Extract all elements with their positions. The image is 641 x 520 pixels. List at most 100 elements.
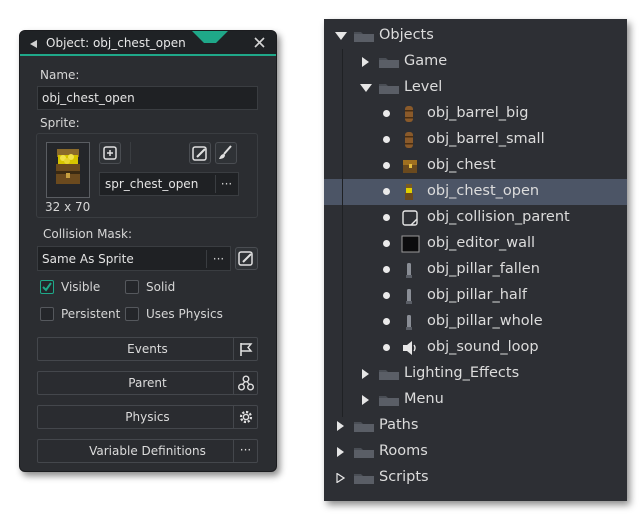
edit-image-icon [238, 251, 253, 266]
tree-row-obj-sound-loop[interactable]: obj_sound_loop [324, 335, 627, 361]
tree-row-obj-pillar-whole[interactable]: obj_pillar_whole [324, 309, 627, 335]
tree-item-label: obj_collision_parent [427, 209, 570, 225]
pillar-icon [401, 286, 417, 306]
tree-row-game[interactable]: Game [324, 49, 627, 75]
expand-arrow-right-icon[interactable] [335, 473, 345, 483]
object-properties-panel: Object: obj_chest_open Name: obj_chest_o… [19, 30, 277, 472]
tree-row-obj-collision-parent[interactable]: obj_collision_parent [324, 205, 627, 231]
solid-checkbox[interactable] [125, 280, 139, 294]
tree-item-label: obj_sound_loop [427, 339, 539, 355]
parent-icon-button[interactable] [233, 372, 257, 394]
new-sprite-button[interactable] [99, 142, 121, 164]
flag-icon [240, 343, 253, 356]
tree-row-paths[interactable]: Paths [324, 413, 627, 439]
events-icon-button[interactable] [233, 338, 257, 360]
folder-icon [353, 446, 375, 459]
tree-row-lighting-effects[interactable]: Lighting_Effects [324, 361, 627, 387]
bullet-icon [383, 110, 390, 117]
expand-arrow-down-icon[interactable] [335, 31, 347, 41]
tree-row-obj-barrel-small[interactable]: obj_barrel_small [324, 127, 627, 153]
edit-mask-button[interactable] [235, 247, 258, 270]
tree-row-objects[interactable]: Objects [324, 23, 627, 49]
solid-label: Solid [146, 280, 176, 294]
tree-row-rooms[interactable]: Rooms [324, 439, 627, 465]
separator [130, 142, 131, 164]
sprite-thumbnail[interactable] [46, 142, 90, 198]
folder-icon [378, 56, 400, 69]
open-chest-icon [401, 182, 417, 202]
name-label: Name: [40, 68, 80, 82]
tree-item-label: Rooms [379, 443, 428, 459]
physics-button[interactable]: Physics [37, 405, 258, 429]
expand-arrow-right-icon[interactable] [335, 421, 345, 431]
bullet-icon [383, 318, 390, 325]
bullet-icon [383, 162, 390, 169]
gear-icon [239, 410, 253, 424]
pillar-icon [401, 260, 417, 280]
bullet-icon [383, 214, 390, 221]
tree-item-label: obj_chest [427, 157, 496, 173]
tree-item-label: obj_pillar_fallen [427, 261, 540, 277]
tree-row-obj-chest[interactable]: obj_chest [324, 153, 627, 179]
close-icon[interactable] [254, 37, 265, 48]
variable-definitions-button[interactable]: Variable Definitions ··· [37, 439, 258, 463]
collapse-icon[interactable] [30, 40, 38, 48]
tree-row-obj-barrel-big[interactable]: obj_barrel_big [324, 101, 627, 127]
dock-tab-icon [192, 31, 228, 45]
bullet-icon [383, 188, 390, 195]
tree-row-obj-pillar-fallen[interactable]: obj_pillar_fallen [324, 257, 627, 283]
visible-checkbox[interactable] [40, 280, 54, 294]
blank-sprite-icon [401, 208, 419, 228]
tree-row-level[interactable]: Level [324, 75, 627, 101]
bullet-icon [383, 136, 390, 143]
expand-arrow-right-icon[interactable] [360, 369, 370, 379]
folder-icon [353, 472, 375, 485]
bullet-icon [383, 344, 390, 351]
paintbrush-icon [219, 145, 232, 159]
expand-arrow-right-icon[interactable] [360, 395, 370, 405]
mask-browse-button[interactable]: ··· [206, 250, 230, 268]
expand-arrow-down-icon[interactable] [360, 83, 372, 93]
tree-item-label: Objects [379, 27, 434, 43]
expand-arrow-right-icon[interactable] [335, 447, 345, 457]
brush-button[interactable] [215, 142, 237, 164]
tree-item-label: Scripts [379, 469, 429, 485]
uses-physics-label: Uses Physics [146, 307, 223, 321]
parent-button-label: Parent [128, 376, 167, 390]
physics-icon-button[interactable] [233, 406, 257, 428]
sprite-section: 32 x 70 spr_chest_open ··· [36, 133, 258, 218]
parent-button[interactable]: Parent [37, 371, 258, 395]
wall-sprite-icon [401, 234, 421, 254]
tree-row-obj-chest-open[interactable]: obj_chest_open [324, 179, 627, 205]
events-button-label: Events [127, 342, 168, 356]
tree-row-scripts[interactable]: Scripts [324, 465, 627, 491]
speaker-icon [401, 338, 419, 358]
collision-mask-label: Collision Mask: [43, 227, 133, 241]
tree-item-label: obj_editor_wall [427, 235, 536, 251]
sprite-size: 32 x 70 [45, 200, 91, 214]
tree-row-obj-editor-wall[interactable]: obj_editor_wall [324, 231, 627, 257]
name-input[interactable]: obj_chest_open [37, 86, 258, 110]
more-dots-icon[interactable]: ··· [233, 440, 257, 462]
collision-mask-select[interactable]: Same As Sprite [37, 246, 231, 271]
events-button[interactable]: Events [37, 337, 258, 361]
bullet-icon [383, 266, 390, 273]
tree-item-label: obj_chest_open [427, 183, 540, 199]
barrel-icon [401, 104, 417, 124]
chest-icon [401, 156, 419, 176]
persistent-checkbox[interactable] [40, 307, 54, 321]
tree-row-menu[interactable]: Menu [324, 387, 627, 413]
persistent-label: Persistent [61, 307, 121, 321]
tree-item-label: Level [404, 79, 443, 95]
panel-titlebar[interactable]: Object: obj_chest_open [20, 31, 276, 56]
expand-arrow-right-icon[interactable] [360, 57, 370, 67]
visible-label: Visible [61, 280, 101, 294]
resource-tree: Objects Game Level obj_barrel_big obj_barrel… [324, 19, 627, 501]
sprite-browse-button[interactable]: ··· [215, 175, 237, 193]
check-icon [42, 282, 52, 292]
uses-physics-checkbox[interactable] [125, 307, 139, 321]
tree-row-obj-pillar-half[interactable]: obj_pillar_half [324, 283, 627, 309]
hierarchy-icon [238, 375, 254, 391]
folder-icon [378, 368, 400, 381]
edit-sprite-button[interactable] [189, 142, 211, 164]
